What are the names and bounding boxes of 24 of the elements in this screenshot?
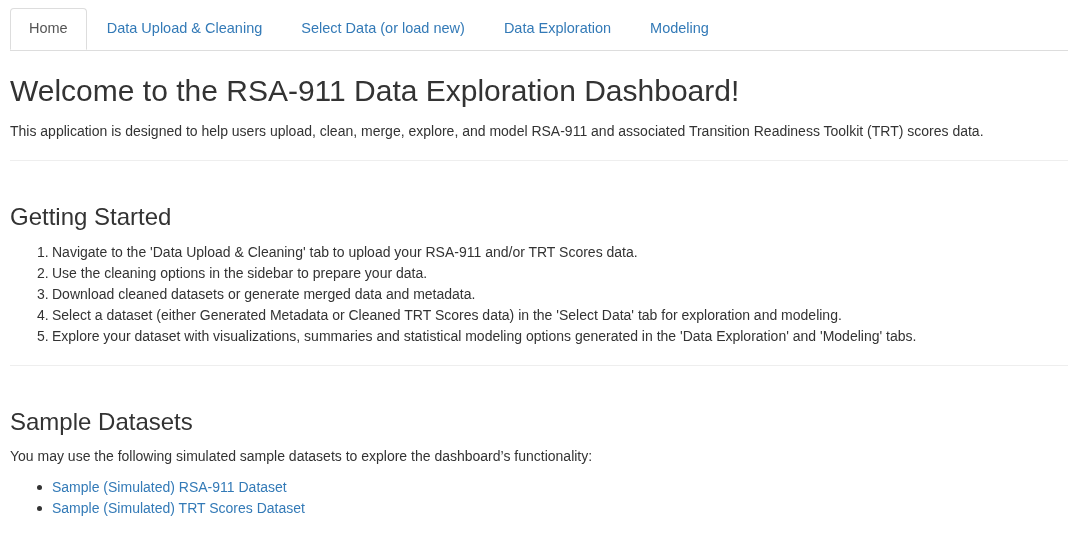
step-number: 3.	[37, 284, 48, 304]
section-heading: Sample Datasets	[10, 407, 194, 437]
intro-text: This application is designed to help users upload, clean, merge, explore, and model RSA-911 and associated Transition Readiness Toolkit (TRT) scores data.	[10, 121, 985, 141]
step-number: 5.	[37, 326, 48, 346]
dataset-link[interactable]: Sample (Simulated) RSA-911 Dataset	[52, 477, 287, 499]
section-heading: Getting Started	[10, 202, 173, 232]
tab[interactable]: Data Upload & Cleaning	[87, 8, 282, 50]
step-text: Download cleaned datasets or generate merged data and metadata.	[52, 284, 476, 304]
step-number: 4.	[37, 305, 48, 325]
step-text: Navigate to the 'Data Upload & Cleaning' tab to upload your RSA-911 and/or TRT Scores data.	[52, 242, 638, 262]
tab[interactable]: Data Exploration	[484, 8, 631, 50]
tab[interactable]: Select Data (or load new)	[282, 8, 484, 50]
step-number: 2.	[37, 263, 48, 283]
tab[interactable]: Home	[10, 8, 87, 50]
bullet-icon	[37, 485, 42, 491]
bullet-icon	[37, 506, 42, 512]
step-text: Select a dataset (either Generated Metadata or Cleaned TRT Scores data) in the 'Select Data' tab for exploration and modeling.	[52, 305, 842, 325]
step-text: Use the cleaning options in the sidebar to prepare your data.	[52, 263, 428, 283]
tab[interactable]: Modeling	[631, 8, 728, 50]
section-text: You may use the following simulated sample datasets to explore the dashboard’s functionality:	[10, 447, 594, 467]
step-text: Explore your dataset with visualizations, summaries and statistical modeling options generated in the 'Data Exploration' and 'Modeling' tabs.	[52, 326, 917, 346]
dataset-link[interactable]: Sample (Simulated) TRT Scores Dataset	[52, 498, 305, 520]
page-title: Welcome to the RSA-911 Data Exploration Dashboard!	[10, 72, 741, 109]
step-number: 1.	[37, 242, 48, 262]
